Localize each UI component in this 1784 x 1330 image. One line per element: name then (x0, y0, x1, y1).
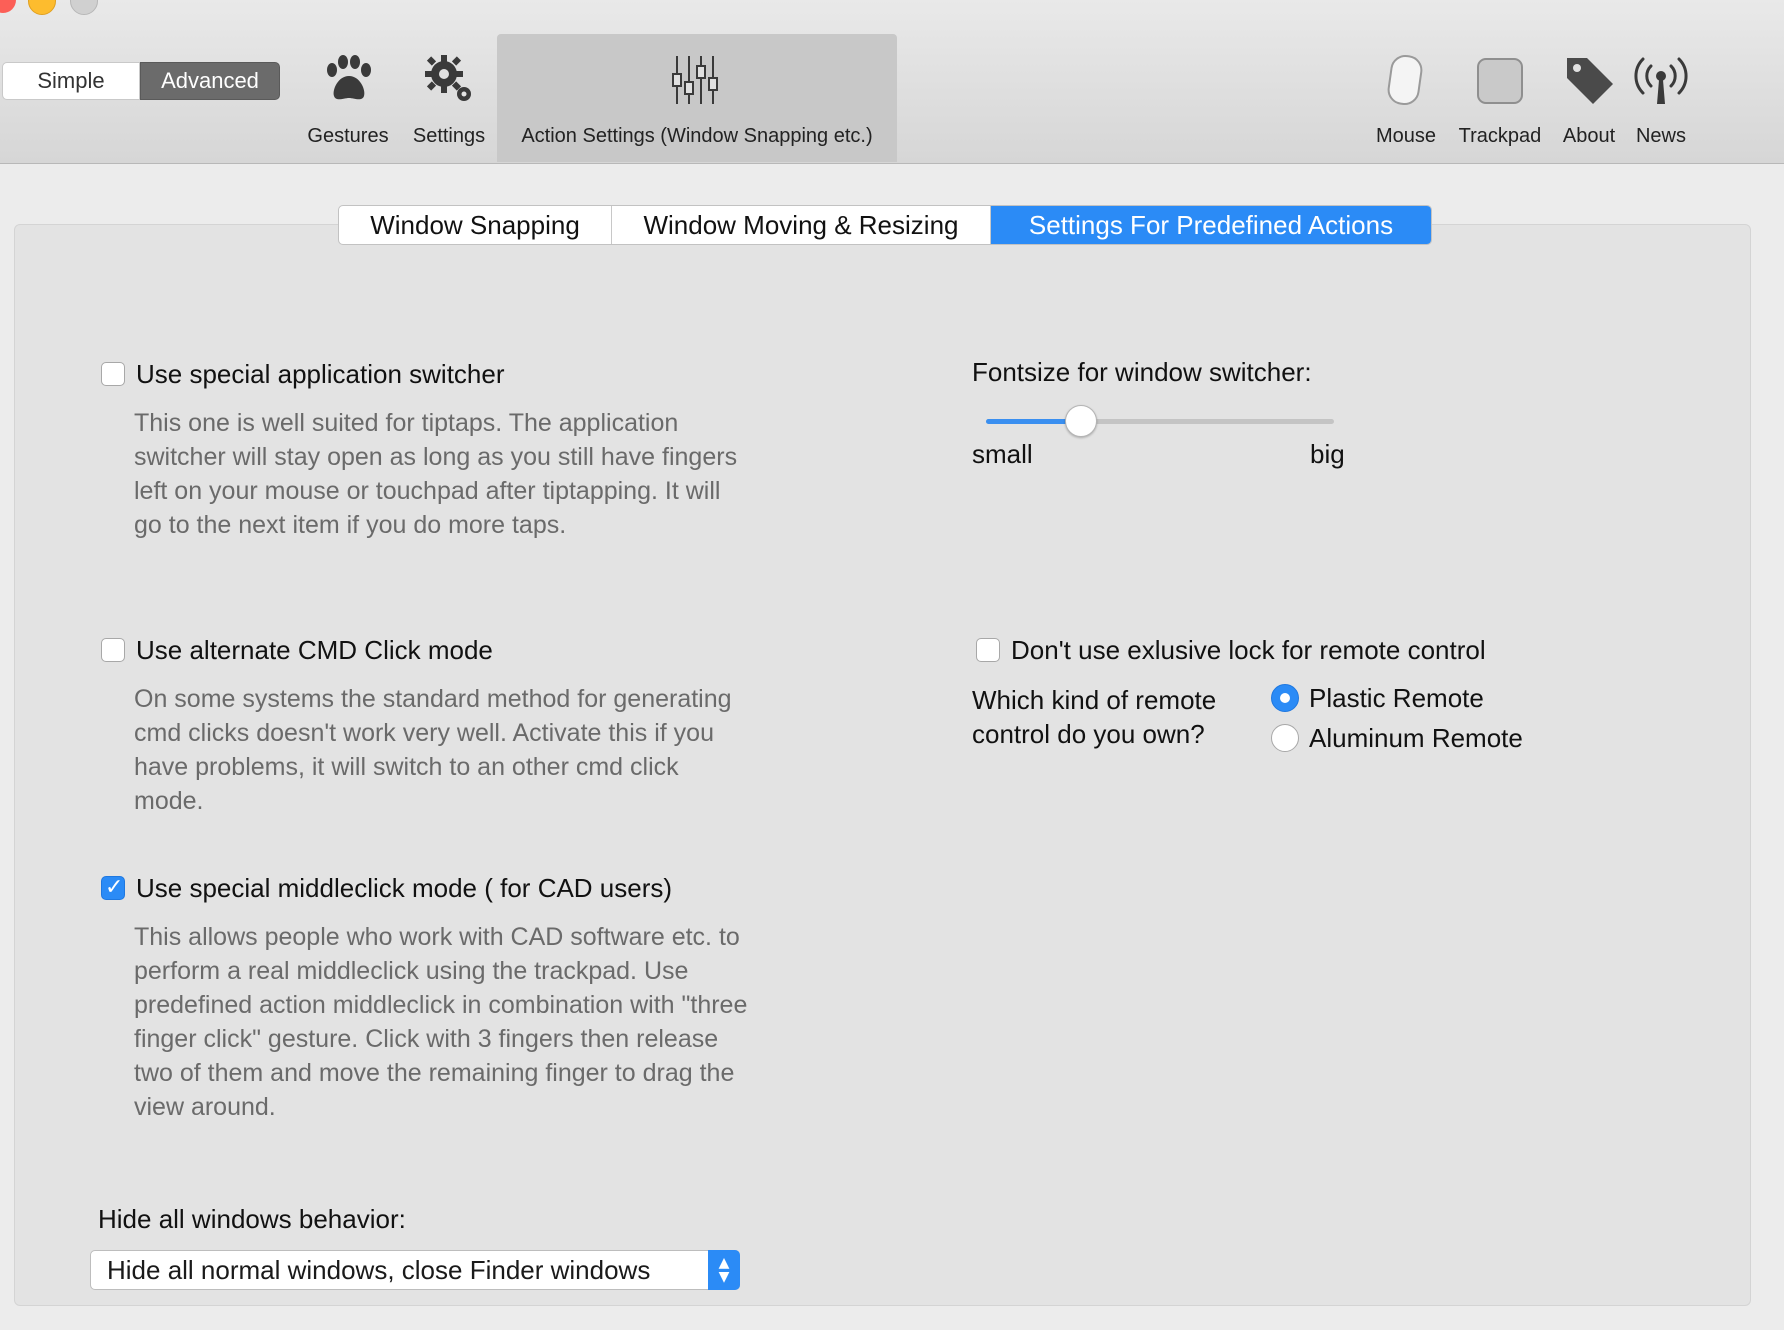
tab-window-snapping[interactable]: Window Snapping (339, 206, 612, 244)
tag-icon (1567, 58, 1613, 104)
middleclick-description: This allows people who work with CAD sof… (134, 923, 748, 1121)
gear-icon (425, 55, 471, 101)
toolbar-about-label: About (1562, 125, 1616, 147)
fontsize-label: Fontsize for window switcher: (972, 357, 1312, 387)
paw-icon (327, 55, 371, 100)
toolbar-mouse-label: Mouse (1375, 125, 1437, 147)
toolbar-about[interactable]: About (1556, 34, 1622, 162)
fontsize-slider-track[interactable] (986, 419, 1334, 424)
app-switcher-label: Use special application switcher (136, 359, 505, 389)
simple-mode-button[interactable]: Simple (2, 62, 140, 100)
exclusive-lock-label: Don't use exlusive lock for remote contr… (1011, 635, 1486, 665)
fontsize-slider-knob[interactable] (1064, 405, 1097, 437)
cmd-click-description: On some systems the standard method for … (134, 685, 732, 815)
cmd-click-label: Use alternate CMD Click mode (136, 635, 493, 665)
tab-window-moving-resizing[interactable]: Window Moving & Resizing (612, 206, 991, 244)
sliders-icon (672, 56, 718, 104)
fontsize-min-label: small (972, 439, 1033, 469)
toolbar-gestures-label: Gestures (307, 125, 389, 147)
aluminum-remote-label: Aluminum Remote (1309, 723, 1523, 753)
toolbar-trackpad[interactable]: Trackpad (1452, 34, 1548, 162)
toolbar-trackpad-label: Trackpad (1458, 125, 1542, 147)
remote-question: Which kind of remote control do you own? (972, 685, 1217, 749)
mouse-icon (1387, 54, 1423, 106)
select-stepper-icon: ▲ ▼ (708, 1250, 740, 1290)
toolbar-news-label: News (1635, 125, 1686, 147)
middleclick-checkbox[interactable] (101, 875, 125, 900)
fontsize-max-label: big (1310, 439, 1345, 469)
app-switcher-description: This one is well suited for tiptaps. The… (134, 409, 738, 539)
toolbar-action-settings[interactable]: Action Settings (Window Snapping etc.) (497, 34, 897, 162)
close-window-button[interactable] (0, 0, 16, 13)
exclusive-lock-checkbox[interactable] (976, 638, 1000, 662)
plastic-remote-label: Plastic Remote (1309, 683, 1484, 713)
middleclick-label: Use special middleclick mode ( for CAD u… (136, 873, 673, 903)
hide-windows-value: Hide all normal windows, close Finder wi… (107, 1254, 651, 1285)
minimize-window-button[interactable] (28, 0, 56, 15)
toolbar: Simple Advanced Gestures Settings Action… (0, 0, 1784, 164)
hide-windows-select[interactable]: Hide all normal windows, close Finder wi… (90, 1250, 740, 1290)
aluminum-remote-radio[interactable] (1271, 724, 1299, 752)
mode-segmented-control: Simple Advanced (2, 62, 280, 100)
toolbar-settings-label: Settings (412, 125, 486, 147)
hide-windows-label: Hide all windows behavior: (98, 1204, 406, 1234)
toolbar-settings[interactable]: Settings (404, 34, 494, 162)
toolbar-gestures[interactable]: Gestures (296, 34, 400, 162)
trackpad-icon (1477, 58, 1523, 104)
app-switcher-checkbox[interactable] (101, 362, 125, 386)
cmd-click-checkbox[interactable] (101, 638, 125, 662)
tab-bar: Window Snapping Window Moving & Resizing… (338, 205, 1432, 245)
toolbar-action-settings-label: Action Settings (Window Snapping etc.) (521, 125, 873, 147)
tab-predefined-actions[interactable]: Settings For Predefined Actions (991, 206, 1431, 244)
zoom-window-button[interactable] (70, 0, 98, 15)
antenna-icon (1634, 57, 1688, 104)
toolbar-news[interactable]: News (1628, 34, 1694, 162)
plastic-remote-radio[interactable] (1271, 684, 1299, 712)
advanced-mode-button[interactable]: Advanced (140, 62, 280, 100)
toolbar-mouse[interactable]: Mouse (1370, 34, 1442, 162)
